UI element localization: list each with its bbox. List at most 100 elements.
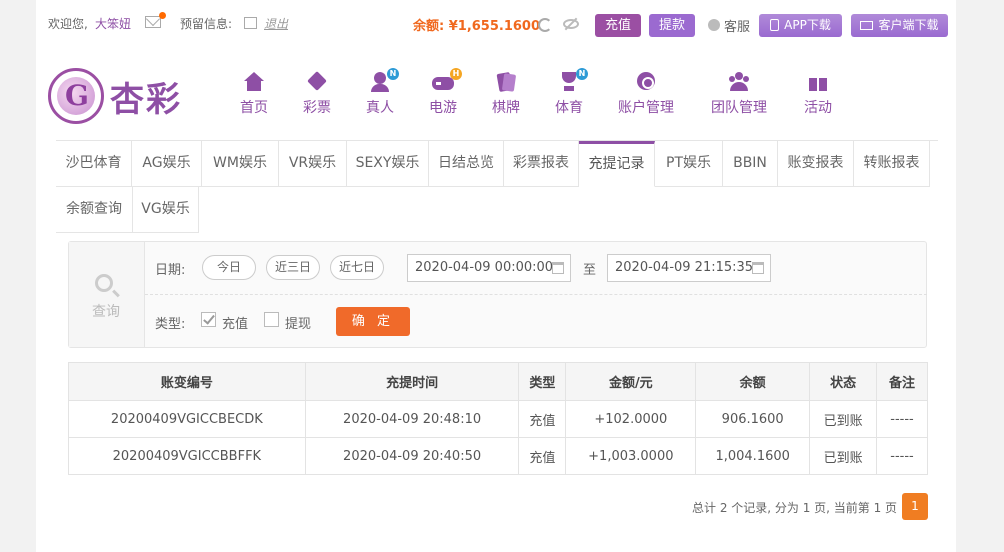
quick-today-button[interactable]: 今日 [202,255,256,280]
start-date-value: 2020-04-09 00:00:00 [415,260,554,275]
logo-icon[interactable] [48,68,104,124]
cell-time: 2020-04-09 20:48:10 [304,400,520,438]
nav-label: 棋牌 [492,100,520,116]
customer-service-icon[interactable] [708,19,720,31]
page: 欢迎您, 大笨妞 预留信息: 退出 余额: ¥1,655.1600 充值 提款 … [36,0,956,552]
monitor-icon [860,21,874,30]
tab-transfer-report[interactable]: 转账报表 [854,141,930,187]
nav-account[interactable]: 账户管理 [618,72,674,117]
cell-balance: 906.1600 [695,400,811,438]
cell-transaction-id: 20200409VGICCBBFFK [68,437,306,475]
top-bar: 欢迎您, 大笨妞 预留信息: 退出 余额: ¥1,655.1600 充值 提款 … [36,0,956,50]
recharge-option-label[interactable]: 充值 [222,313,248,332]
nav-home[interactable]: 首页 [240,72,268,117]
mail-icon[interactable] [145,16,161,28]
withdraw-button[interactable]: 提款 [649,14,695,37]
cell-remark: ----- [876,437,928,475]
gift-icon [807,72,829,92]
tab-daily-overview[interactable]: 日结总览 [429,141,504,187]
cell-status: 已到账 [809,400,878,438]
divider [145,294,927,295]
start-date-input[interactable]: 2020-04-09 00:00:00 [407,254,571,282]
tab-lottery-report[interactable]: 彩票报表 [504,141,579,187]
nav-label: 体育 [555,100,583,116]
type-label: 类型: [155,317,186,332]
nav-label: 彩票 [303,100,331,116]
cell-type: 充值 [518,400,567,438]
nav-label: 首页 [240,100,268,116]
nav-label: 电游 [429,100,457,116]
cell-remark: ----- [876,400,928,438]
hide-balance-icon[interactable] [563,19,579,29]
username[interactable]: 大笨妞 [95,15,131,33]
hot-badge: H [450,68,462,80]
tab-saba-sports[interactable]: 沙巴体育 [56,141,132,187]
search-panel: 查询 日期: 今日 近三日 近七日 2020-04-09 00:00:00 至 … [68,241,927,348]
col-amount: 金额/元 [565,362,697,401]
app-download-button[interactable]: APP下载 [759,14,842,37]
new-badge: N [576,68,588,80]
nav-cards[interactable]: 棋牌 [492,72,520,117]
recharge-button[interactable]: 充值 [595,14,641,37]
recharge-checkbox[interactable] [201,312,216,327]
confirm-button[interactable]: 确 定 [336,307,410,336]
logo-text[interactable]: 杏彩 [110,72,182,121]
nav-label: 团队管理 [711,100,767,116]
search-icon [95,274,113,292]
balance-text: 余额: ¥1,655.1600 [413,19,541,34]
tab-ag[interactable]: AG娱乐 [132,141,202,187]
quick-3days-button[interactable]: 近三日 [266,255,320,280]
withdraw-option-label[interactable]: 提现 [285,313,311,332]
refresh-icon[interactable] [538,18,552,32]
calendar-icon[interactable] [752,262,764,274]
withdraw-checkbox[interactable] [264,312,279,327]
cards-icon [495,72,517,92]
person-icon: N [369,68,399,92]
page-1-button[interactable]: 1 [902,493,928,520]
search-side-label: 查询 [92,304,120,320]
cell-time: 2020-04-09 20:40:50 [304,437,520,475]
end-date-value: 2020-04-09 21:15:35 [615,260,754,275]
tab-bbin[interactable]: BBIN [723,141,778,187]
welcome-text: 欢迎您, [48,17,88,31]
col-time: 充提时间 [304,362,520,401]
tab-vg[interactable]: VG娱乐 [133,187,199,233]
team-icon [728,72,750,92]
cell-type: 充值 [518,437,567,475]
quick-7days-button[interactable]: 近七日 [330,255,384,280]
client-download-button[interactable]: 客户端下载 [851,14,948,37]
col-type: 类型 [518,362,567,401]
tab-deposit-withdraw-records[interactable]: 充提记录 [579,141,655,187]
nav-label: 活动 [804,100,832,116]
col-balance: 余额 [695,362,811,401]
col-remark: 备注 [876,362,928,401]
cell-amount: +102.0000 [565,400,697,438]
nav-team[interactable]: 团队管理 [711,72,767,117]
calendar-icon[interactable] [552,262,564,274]
unread-dot [159,12,166,19]
nav-live[interactable]: N 真人 [366,68,399,117]
cell-balance: 1,004.1600 [695,437,811,475]
tab-account-change-report[interactable]: 账变报表 [778,141,854,187]
nav-promotions[interactable]: 活动 [804,72,832,117]
tab-sexy[interactable]: SEXY娱乐 [347,141,429,187]
tab-vr[interactable]: VR娱乐 [279,141,347,187]
nav-lottery[interactable]: 彩票 [303,72,331,117]
tab-wm[interactable]: WM娱乐 [202,141,279,187]
cell-transaction-id: 20200409VGICCBECDK [68,400,306,438]
tab-pt[interactable]: PT娱乐 [655,141,723,187]
new-badge: N [387,68,399,80]
logout-link[interactable]: 退出 [264,15,288,32]
nav-sports[interactable]: N 体育 [555,68,588,117]
date-label: 日期: [155,263,186,278]
cell-status: 已到账 [809,437,878,475]
edit-icon[interactable] [244,17,257,29]
customer-service-link[interactable]: 客服 [724,16,750,35]
end-date-input[interactable]: 2020-04-09 21:15:35 [607,254,771,282]
tab-balance-query[interactable]: 余额查询 [56,187,133,233]
gamepad-icon: H [432,68,462,92]
nav-egames[interactable]: H 电游 [429,68,462,117]
date-to-label: 至 [583,263,597,278]
nav-label: 账户管理 [618,100,674,116]
records-table: 账变编号 充提时间 类型 金额/元 余额 状态 备注 20200409VGICC… [68,362,928,475]
